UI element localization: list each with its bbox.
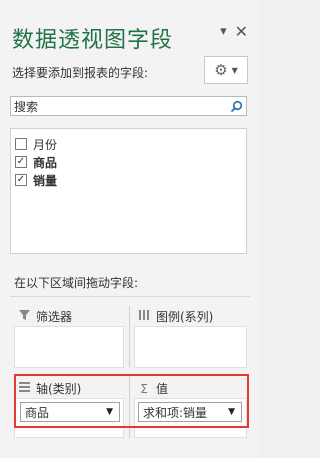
pivot-chart-fields-pane: 数据透视图字段 ▾ ✕ 选择要添加到报表的字段: ⚙ ▼ 搜索 月份 ✓ 商品 … <box>0 0 260 458</box>
tools-button[interactable]: ⚙ ▼ <box>204 56 248 84</box>
field-checkbox-product[interactable]: ✓ <box>15 156 27 168</box>
chevron-down-icon: ▼ <box>231 65 238 75</box>
areas-vertical-divider-top <box>129 306 130 368</box>
field-item-month[interactable]: 月份 <box>11 135 246 153</box>
pane-options-icon[interactable]: ▾ <box>220 24 227 40</box>
gear-icon: ⚙ <box>214 61 228 79</box>
field-checkbox-sales[interactable]: ✓ <box>15 174 27 186</box>
filters-area-header: 筛选器 <box>18 308 72 325</box>
search-input-text[interactable]: 搜索 <box>11 98 226 115</box>
areas-instruction-label: 在以下区域间拖动字段: <box>14 276 139 290</box>
field-list: 月份 ✓ 商品 ✓ 销量 <box>10 128 247 254</box>
field-label: 销量 <box>33 173 58 188</box>
legend-drop-area[interactable] <box>134 326 247 368</box>
annotation-highlight-box <box>14 374 249 428</box>
pane-title-controls: ▾ ✕ <box>220 24 248 40</box>
filters-drop-area[interactable] <box>14 326 124 368</box>
field-checkbox-month[interactable] <box>15 138 27 150</box>
close-icon[interactable]: ✕ <box>235 24 248 40</box>
legend-area-label: 图例(系列) <box>156 310 214 324</box>
legend-area-header: 图例(系列) <box>138 308 213 325</box>
areas-divider <box>10 296 250 297</box>
columns-icon <box>138 310 150 323</box>
search-input[interactable]: 搜索 <box>10 96 247 116</box>
field-label: 月份 <box>33 137 58 152</box>
choose-fields-label: 选择要添加到报表的字段: <box>12 66 149 80</box>
field-item-sales[interactable]: ✓ 销量 <box>11 171 246 189</box>
field-label: 商品 <box>33 155 58 170</box>
search-icon[interactable] <box>226 97 246 115</box>
filter-icon <box>18 310 30 323</box>
pane-title: 数据透视图字段 <box>12 28 174 53</box>
field-item-product[interactable]: ✓ 商品 <box>11 153 246 171</box>
filters-area-label: 筛选器 <box>36 310 73 324</box>
